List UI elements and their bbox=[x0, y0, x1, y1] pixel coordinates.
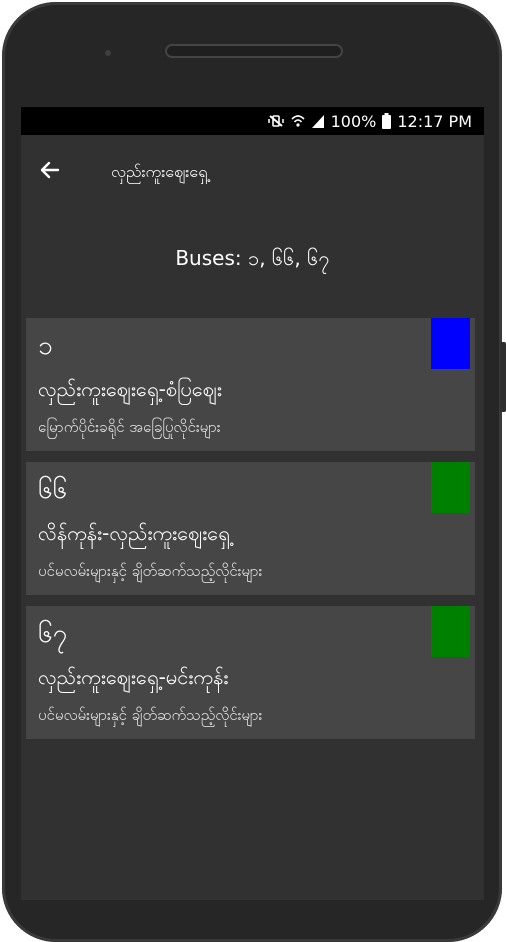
route-name: လှည်းကူးဈေးရှေ့-မင်းကုန်း bbox=[38, 665, 229, 689]
route-name: လိန်ကုန်း-လှည်းကူးဈေးရှေ့ bbox=[38, 521, 230, 545]
app-bar: လှည်းကူးဈေးရှေ့ bbox=[21, 135, 484, 207]
earpiece-speaker bbox=[165, 44, 343, 58]
vibrate-mute-icon bbox=[267, 113, 285, 129]
buses-summary: Buses: ၁, ၆၆, ၆၇ bbox=[175, 246, 330, 270]
screen: 100% 12:17 PM လှည်းကူးဈေးရှေ့ Buses: ၁, … bbox=[21, 107, 484, 900]
front-camera bbox=[105, 50, 111, 56]
page-title: လှည်းကူးဈေးရှေ့ bbox=[111, 162, 208, 181]
route-card-1[interactable]: ၁ လှည်းကူးဈေးရှေ့-စံပြဈေး မြောက်ပိုင်းခရ… bbox=[26, 318, 475, 451]
route-color-swatch bbox=[431, 462, 470, 513]
route-card-67[interactable]: ၆၇ လှည်းကူးဈေးရှေ့-မင်းကုန်း ပင်မလမ်းမျာ… bbox=[26, 606, 475, 739]
wifi-icon bbox=[291, 113, 305, 129]
route-list: ၁ လှည်းကူးဈေးရှေ့-စံပြဈေး မြောက်ပိုင်းခရ… bbox=[21, 318, 484, 739]
route-color-swatch bbox=[431, 606, 470, 657]
route-type: ပင်မလမ်းများနှင့် ချိတ်ဆက်သည့်လိုင်းများ bbox=[38, 562, 263, 580]
route-number: ၆၆ bbox=[38, 475, 68, 505]
back-button[interactable] bbox=[35, 157, 65, 187]
status-bar: 100% 12:17 PM bbox=[21, 107, 484, 135]
route-type: မြောက်ပိုင်းခရိုင် အခြေပြုလိုင်းများ bbox=[38, 418, 221, 436]
route-color-swatch bbox=[431, 318, 470, 369]
arrow-left-icon bbox=[38, 158, 62, 186]
route-card-66[interactable]: ၆၆ လိန်ကုန်း-လှည်းကူးဈေးရှေ့ ပင်မလမ်းမျာ… bbox=[26, 462, 475, 595]
route-number: ၆၇ bbox=[38, 619, 68, 649]
side-button bbox=[500, 342, 506, 412]
battery-percent: 100% bbox=[330, 111, 377, 131]
route-name: လှည်းကူးဈေးရှေ့-စံပြဈေး bbox=[38, 377, 222, 401]
signal-icon bbox=[311, 113, 325, 129]
route-type: ပင်မလမ်းများနှင့် ချိတ်ဆက်သည့်လိုင်းများ bbox=[38, 706, 263, 724]
clock: 12:17 PM bbox=[397, 111, 472, 131]
battery-icon bbox=[382, 113, 392, 129]
route-number: ၁ bbox=[38, 331, 53, 361]
